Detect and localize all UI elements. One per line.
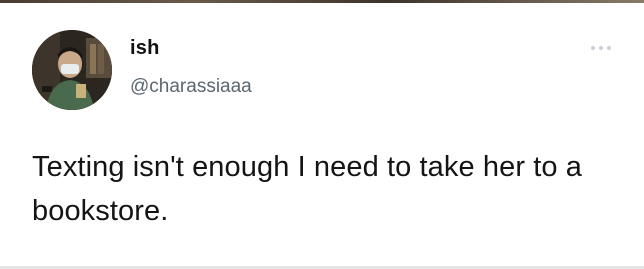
- avatar[interactable]: [32, 30, 112, 110]
- dot: [591, 46, 595, 50]
- display-name[interactable]: ish: [130, 37, 160, 60]
- photo-edge: [0, 0, 644, 3]
- dot: [607, 46, 611, 50]
- handle[interactable]: @charassiaaa: [130, 76, 252, 98]
- tweet-card: ish @charassiaaa Texting isn't enough I …: [0, 0, 644, 269]
- tweet-text: Texting isn't enough I need to take her …: [32, 151, 583, 227]
- more-options-icon[interactable]: [591, 44, 611, 52]
- dot: [599, 46, 603, 50]
- profile-photo-icon: [32, 30, 112, 110]
